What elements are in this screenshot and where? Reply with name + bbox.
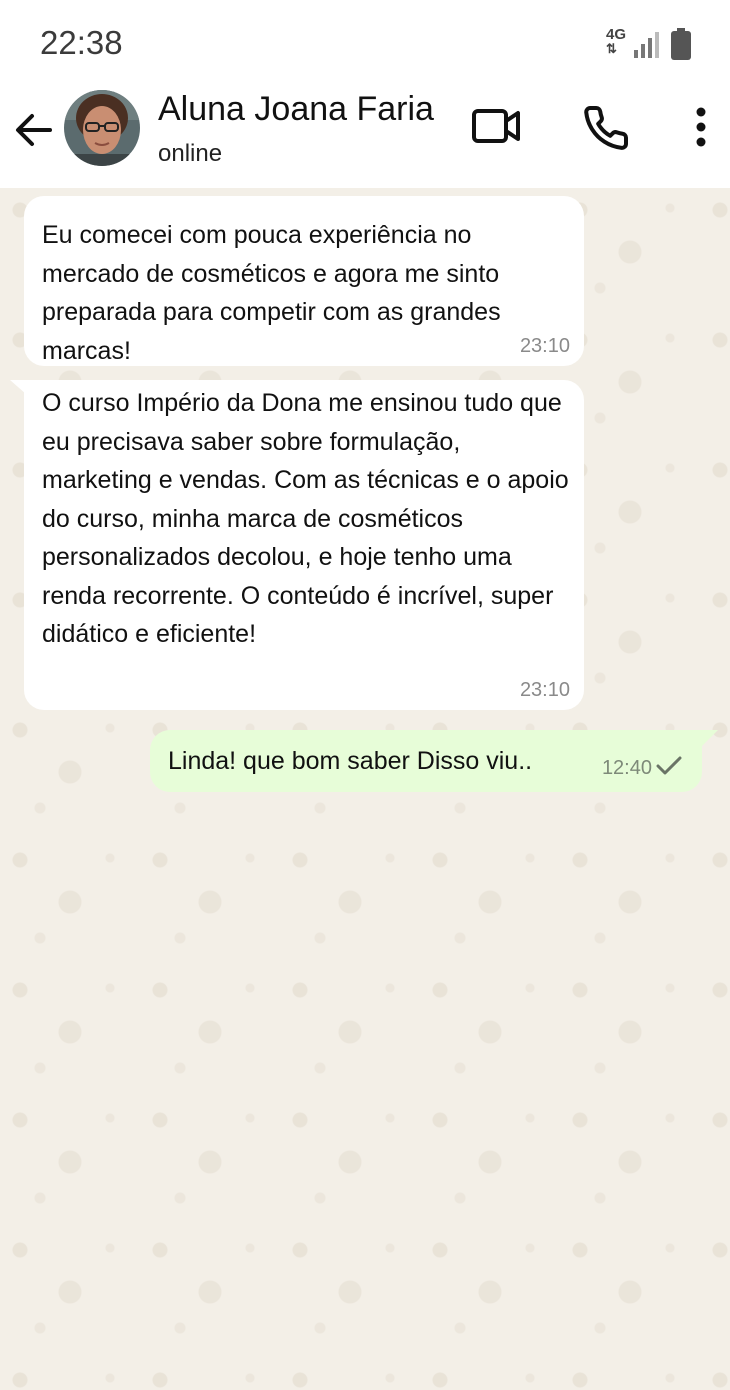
network-type: 4G [606,26,627,43]
message-text: O curso Império da Dona me ensinou tudo … [42,389,569,648]
chat-area[interactable]: Eu comecei com pouca experiência no merc… [0,188,730,1390]
message-text: Eu comecei com pouca experiência no merc… [42,221,501,365]
message-time: 12:40 [601,757,652,779]
video-call-icon[interactable] [470,106,522,146]
signal-icon [634,32,659,58]
phone-icon[interactable] [582,104,630,152]
checkmark-icon [656,756,682,775]
contact-name[interactable]: Aluna Joana Faria [158,90,434,129]
bubble-tail [700,730,718,748]
message-bubble[interactable]: O curso Império da Dona me ensinou tudo … [24,380,584,710]
back-arrow-icon[interactable] [14,110,54,150]
message-bubble-outgoing[interactable]: Linda! que bom saber Disso viu.. 12:40 [150,730,702,792]
more-options-icon[interactable] [690,106,712,148]
message-time: 23:10 [519,335,570,357]
status-clock: 22:38 [40,24,123,61]
data-arrows-icon: ⇅ [606,41,617,56]
avatar[interactable] [64,90,140,166]
chat-header: Aluna Joana Faria online [0,84,730,188]
contact-status: online [158,140,223,167]
message-text: Linda! que bom saber Disso viu.. [168,747,533,775]
avatar-image [64,90,140,166]
battery-icon [671,28,691,60]
network-indicator: 4G ⇅ [606,26,627,56]
status-bar: 22:38 4G ⇅ [0,0,730,84]
message-bubble[interactable]: Eu comecei com pouca experiência no merc… [24,196,584,366]
message-time: 23:10 [519,679,570,701]
